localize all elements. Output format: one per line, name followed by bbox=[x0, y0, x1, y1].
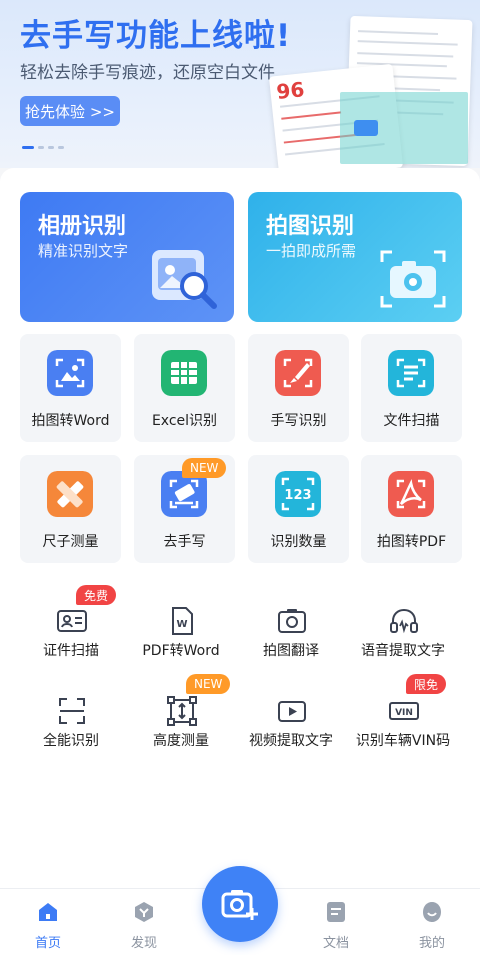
score-mark-icon: 96 bbox=[275, 77, 306, 104]
camera-add-icon bbox=[221, 890, 258, 920]
album-recognition-card[interactable]: 相册识别 精准识别文字 bbox=[20, 192, 234, 322]
tile-label: 尺子测量 bbox=[42, 534, 99, 550]
home-icon bbox=[39, 903, 57, 921]
tile-count[interactable]: 123 识别数量 bbox=[248, 455, 349, 563]
audio-text-icon bbox=[390, 608, 418, 634]
card-title: 相册识别 bbox=[38, 214, 127, 239]
scan-overlay bbox=[340, 92, 468, 164]
excel-icon bbox=[161, 350, 207, 396]
vin-recognition-item[interactable]: VIN 识别车辆VIN码 bbox=[348, 688, 458, 758]
nav-label: 首页 bbox=[34, 936, 61, 951]
card-subtitle: 精准识别文字 bbox=[38, 242, 129, 260]
nav-discover[interactable]: 发现 bbox=[114, 901, 174, 953]
tile-label: Excel识别 bbox=[151, 413, 218, 429]
cursor-hand-icon bbox=[354, 120, 378, 136]
tile-image-to-word[interactable]: 拍图转Word bbox=[20, 334, 121, 442]
item-label: 视频提取文字 bbox=[249, 733, 333, 749]
tile-excel[interactable]: Excel识别 bbox=[134, 334, 235, 442]
pdf-to-word-item[interactable]: W PDF转Word bbox=[126, 598, 236, 668]
pdf-icon bbox=[388, 471, 434, 517]
document-icon bbox=[327, 902, 345, 922]
main-panel: 相册识别 精准识别文字 拍图识别 一拍即成所需 拍图转Word Excel识别 … bbox=[0, 168, 480, 888]
card-title: 拍图识别 bbox=[266, 214, 355, 239]
tile-label: 拍图转Word bbox=[31, 413, 110, 429]
tile-label: 手写识别 bbox=[270, 413, 327, 429]
item-label: 语音提取文字 bbox=[361, 643, 445, 659]
new-badge: NEW bbox=[186, 674, 231, 694]
promo-banner[interactable]: 去手写功能上线啦! 轻松去除手写痕迹，还原空白文件 抢先体验 >> 96 bbox=[0, 0, 480, 168]
brush-icon bbox=[275, 350, 321, 396]
tile-label: 去手写 bbox=[163, 534, 206, 550]
limited-free-badge: 限免 bbox=[406, 674, 447, 694]
tile-label: 文件扫描 bbox=[383, 413, 440, 429]
translate-icon bbox=[278, 609, 306, 633]
all-recognition-item[interactable]: 全能识别 bbox=[16, 688, 126, 758]
banner-subtitle: 轻松去除手写痕迹，还原空白文件 bbox=[20, 63, 275, 83]
try-now-button[interactable]: 抢先体验 >> bbox=[20, 96, 120, 126]
photo-translate-item[interactable]: 拍图翻译 bbox=[236, 598, 346, 668]
scan-all-icon bbox=[59, 698, 85, 724]
item-label: 识别车辆VIN码 bbox=[355, 733, 451, 749]
carousel-indicator bbox=[22, 146, 64, 149]
height-measure-icon bbox=[167, 696, 197, 726]
audio-extract-item[interactable]: 语音提取文字 bbox=[348, 598, 458, 668]
nav-documents[interactable]: 文档 bbox=[306, 901, 366, 953]
height-measure-item[interactable]: 高度测量 bbox=[126, 688, 236, 758]
nav-home[interactable]: 首页 bbox=[18, 901, 78, 953]
carousel-dot bbox=[22, 146, 34, 149]
nav-label: 文档 bbox=[322, 936, 349, 951]
tile-label: 识别数量 bbox=[270, 534, 327, 550]
carousel-dot bbox=[48, 146, 54, 149]
tile-file-scan[interactable]: 文件扫描 bbox=[361, 334, 462, 442]
album-search-icon bbox=[152, 250, 217, 309]
svg-text:VIN: VIN bbox=[395, 708, 413, 718]
banner-title: 去手写功能上线啦! bbox=[20, 18, 292, 54]
free-badge: 免费 bbox=[76, 585, 117, 605]
id-scan-item[interactable]: 证件扫描 bbox=[16, 598, 126, 668]
svg-text:W: W bbox=[176, 619, 187, 630]
file-scan-icon bbox=[388, 350, 434, 396]
camera-scan-icon bbox=[380, 250, 446, 308]
capture-fab-button[interactable] bbox=[202, 866, 278, 942]
id-card-icon bbox=[57, 610, 87, 632]
photo-recognition-card[interactable]: 拍图识别 一拍即成所需 bbox=[248, 192, 462, 322]
tile-ruler[interactable]: 尺子测量 bbox=[20, 455, 121, 563]
card-subtitle: 一拍即成所需 bbox=[266, 242, 357, 260]
tile-handwriting[interactable]: 手写识别 bbox=[248, 334, 349, 442]
image-to-word-icon bbox=[47, 350, 93, 396]
discover-icon bbox=[135, 902, 153, 922]
carousel-dot bbox=[38, 146, 44, 149]
nav-label: 发现 bbox=[130, 936, 157, 951]
tile-label: 拍图转PDF bbox=[376, 534, 447, 550]
count-icon: 123 bbox=[275, 471, 321, 517]
svg-text:123: 123 bbox=[284, 488, 311, 503]
video-text-icon bbox=[278, 701, 306, 722]
nav-label: 我的 bbox=[418, 936, 445, 951]
carousel-dot bbox=[58, 146, 64, 149]
vin-icon: VIN bbox=[389, 702, 419, 720]
pdf-to-word-icon: W bbox=[172, 607, 193, 635]
nav-profile[interactable]: 我的 bbox=[402, 901, 462, 953]
tile-image-to-pdf[interactable]: 拍图转PDF bbox=[361, 455, 462, 563]
ruler-icon bbox=[47, 471, 93, 517]
new-badge: NEW bbox=[182, 458, 227, 478]
profile-icon bbox=[423, 902, 441, 922]
item-label: 拍图翻译 bbox=[263, 643, 319, 659]
video-extract-item[interactable]: 视频提取文字 bbox=[236, 688, 346, 758]
